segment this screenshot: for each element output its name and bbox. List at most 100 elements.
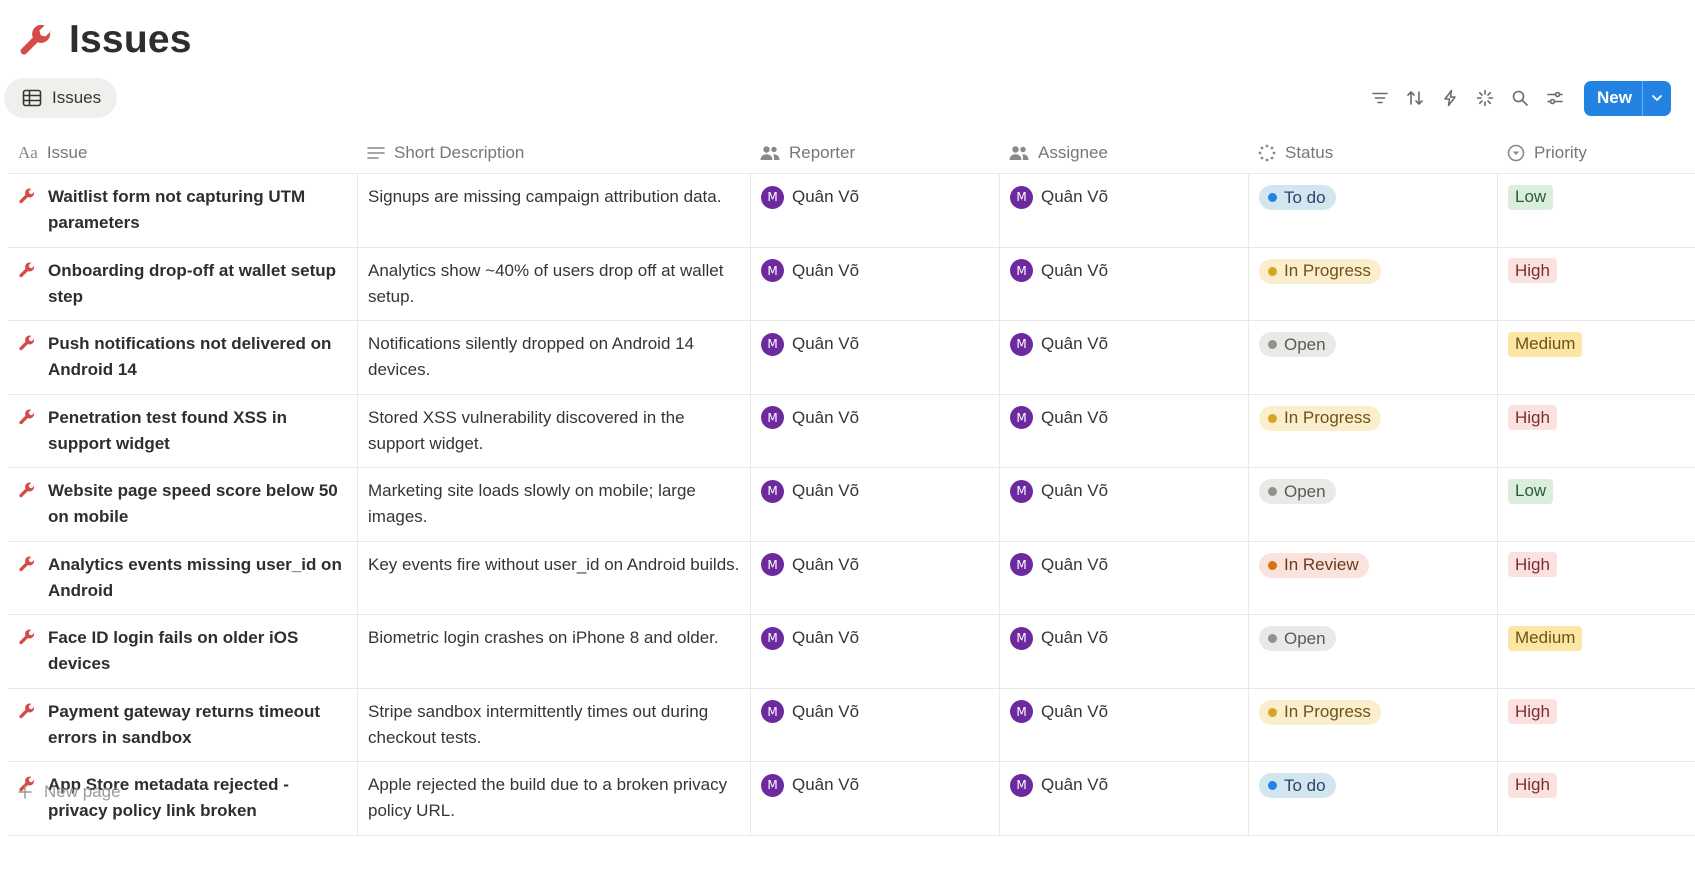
cell-short-description[interactable]: Apple rejected the build due to a broken… (357, 762, 750, 835)
cell-short-description[interactable]: Stored XSS vulnerability discovered in t… (357, 394, 750, 467)
cell-reporter[interactable]: M Quân Võ (750, 468, 999, 541)
table-row[interactable]: Website page speed score below 50 on mob… (8, 468, 1695, 542)
status-badge[interactable]: In Progress (1259, 258, 1381, 284)
column-header-reporter[interactable]: Reporter (750, 132, 999, 173)
cell-assignee[interactable]: M Quân Võ (999, 762, 1248, 835)
cell-issue[interactable]: Website page speed score below 50 on mob… (8, 468, 357, 541)
issue-title[interactable]: Analytics events missing user_id on Andr… (48, 552, 347, 604)
cell-assignee[interactable]: M Quân Võ (999, 615, 1248, 688)
priority-badge[interactable]: Low (1508, 184, 1554, 210)
cell-short-description[interactable]: Signups are missing campaign attribution… (357, 174, 750, 247)
cell-reporter[interactable]: M Quân Võ (750, 321, 999, 394)
cell-short-description[interactable]: Notifications silently dropped on Androi… (357, 321, 750, 394)
cell-assignee[interactable]: M Quân Võ (999, 247, 1248, 320)
sort-icon[interactable] (1397, 81, 1432, 116)
status-badge[interactable]: Open (1259, 479, 1336, 504)
cell-assignee[interactable]: M Quân Võ (999, 688, 1248, 761)
cell-reporter[interactable]: M Quân Võ (750, 541, 999, 614)
table-row[interactable]: Face ID login fails on older iOS devices… (8, 615, 1695, 689)
cell-status[interactable]: Open (1248, 615, 1497, 688)
cell-assignee[interactable]: M Quân Võ (999, 468, 1248, 541)
cell-issue[interactable]: Push notifications not delivered on Andr… (8, 321, 357, 394)
chevron-down-icon[interactable] (1642, 80, 1671, 116)
table-row[interactable]: Push notifications not delivered on Andr… (8, 321, 1695, 395)
cell-priority[interactable]: High (1497, 762, 1695, 835)
priority-badge[interactable]: High (1508, 699, 1557, 724)
view-tab-issues[interactable]: Issues (4, 78, 118, 118)
column-header-status[interactable]: Status (1248, 132, 1497, 173)
column-header-assignee[interactable]: Assignee (999, 132, 1248, 173)
cell-status[interactable]: Open (1248, 468, 1497, 541)
cell-issue[interactable]: Face ID login fails on older iOS devices (8, 615, 357, 688)
cell-assignee[interactable]: M Quân Võ (999, 394, 1248, 467)
cell-priority[interactable]: High (1497, 394, 1695, 467)
cell-status[interactable]: To do (1248, 762, 1497, 835)
cell-status[interactable]: In Progress (1248, 688, 1497, 761)
new-button-label[interactable]: New (1584, 81, 1642, 116)
cell-status[interactable]: In Review (1248, 541, 1497, 614)
cell-priority[interactable]: Medium (1497, 321, 1695, 394)
cell-status[interactable]: Open (1248, 321, 1497, 394)
table-row[interactable]: App Store metadata rejected - privacy po… (8, 762, 1695, 836)
cell-priority[interactable]: High (1497, 541, 1695, 614)
cell-short-description[interactable]: Biometric login crashes on iPhone 8 and … (357, 615, 750, 688)
filter-icon[interactable] (1362, 81, 1397, 116)
status-badge[interactable]: To do (1259, 773, 1336, 798)
priority-badge[interactable]: High (1508, 772, 1557, 798)
issue-title[interactable]: Payment gateway returns timeout errors i… (48, 699, 347, 751)
priority-badge[interactable]: High (1508, 405, 1557, 430)
priority-badge[interactable]: Low (1508, 478, 1554, 504)
cell-reporter[interactable]: M Quân Võ (750, 762, 999, 835)
cell-status[interactable]: In Progress (1248, 247, 1497, 320)
issue-title[interactable]: Website page speed score below 50 on mob… (48, 478, 347, 530)
search-icon[interactable] (1502, 81, 1537, 116)
cell-issue[interactable]: Onboarding drop-off at wallet setup step (8, 248, 357, 321)
status-badge[interactable]: In Review (1259, 552, 1369, 578)
cell-reporter[interactable]: M Quân Võ (750, 688, 999, 761)
cell-priority[interactable]: High (1497, 247, 1695, 320)
cell-reporter[interactable]: M Quân Võ (750, 174, 999, 247)
issue-title[interactable]: Push notifications not delivered on Andr… (48, 331, 347, 383)
cell-issue[interactable]: Payment gateway returns timeout errors i… (8, 689, 357, 762)
cell-short-description[interactable]: Stripe sandbox intermittently times out … (357, 688, 750, 761)
priority-badge[interactable]: High (1508, 552, 1557, 577)
status-badge[interactable]: To do (1259, 185, 1336, 210)
table-row[interactable]: Waitlist form not capturing UTM paramete… (8, 174, 1695, 248)
cell-issue[interactable]: Penetration test found XSS in support wi… (8, 395, 357, 468)
issue-title[interactable]: Waitlist form not capturing UTM paramete… (48, 184, 347, 236)
new-page-button[interactable]: New page (18, 782, 121, 802)
ai-sparkle-icon[interactable] (1467, 81, 1502, 116)
table-row[interactable]: Payment gateway returns timeout errors i… (8, 688, 1695, 762)
status-badge[interactable]: In Progress (1259, 405, 1381, 431)
column-header-priority[interactable]: Priority (1497, 132, 1695, 173)
status-badge[interactable]: In Progress (1259, 699, 1381, 725)
table-row[interactable]: Analytics events missing user_id on Andr… (8, 541, 1695, 615)
priority-badge[interactable]: Medium (1508, 331, 1583, 357)
automation-icon[interactable] (1432, 81, 1467, 116)
priority-badge[interactable]: High (1508, 258, 1557, 283)
table-row[interactable]: Onboarding drop-off at wallet setup step… (8, 247, 1695, 321)
cell-issue[interactable]: Analytics events missing user_id on Andr… (8, 542, 357, 615)
cell-short-description[interactable]: Analytics show ~40% of users drop off at… (357, 247, 750, 320)
status-badge[interactable]: Open (1259, 626, 1336, 651)
priority-badge[interactable]: Medium (1508, 625, 1583, 651)
column-header-short-description[interactable]: Short Description (357, 132, 750, 173)
cell-issue[interactable]: Waitlist form not capturing UTM paramete… (8, 174, 357, 247)
cell-reporter[interactable]: M Quân Võ (750, 394, 999, 467)
cell-status[interactable]: To do (1248, 174, 1497, 247)
cell-reporter[interactable]: M Quân Võ (750, 615, 999, 688)
column-header-issue[interactable]: Aa Issue (8, 132, 357, 173)
cell-short-description[interactable]: Marketing site loads slowly on mobile; l… (357, 468, 750, 541)
issue-title[interactable]: Penetration test found XSS in support wi… (48, 405, 347, 457)
cell-status[interactable]: In Progress (1248, 394, 1497, 467)
cell-short-description[interactable]: Key events fire without user_id on Andro… (357, 541, 750, 614)
status-badge[interactable]: Open (1259, 332, 1336, 357)
cell-reporter[interactable]: M Quân Võ (750, 247, 999, 320)
cell-priority[interactable]: Low (1497, 468, 1695, 541)
settings-sliders-icon[interactable] (1537, 81, 1572, 116)
cell-priority[interactable]: Low (1497, 174, 1695, 247)
cell-priority[interactable]: High (1497, 688, 1695, 761)
cell-assignee[interactable]: M Quân Võ (999, 541, 1248, 614)
issue-title[interactable]: Face ID login fails on older iOS devices (48, 625, 347, 677)
cell-priority[interactable]: Medium (1497, 615, 1695, 688)
